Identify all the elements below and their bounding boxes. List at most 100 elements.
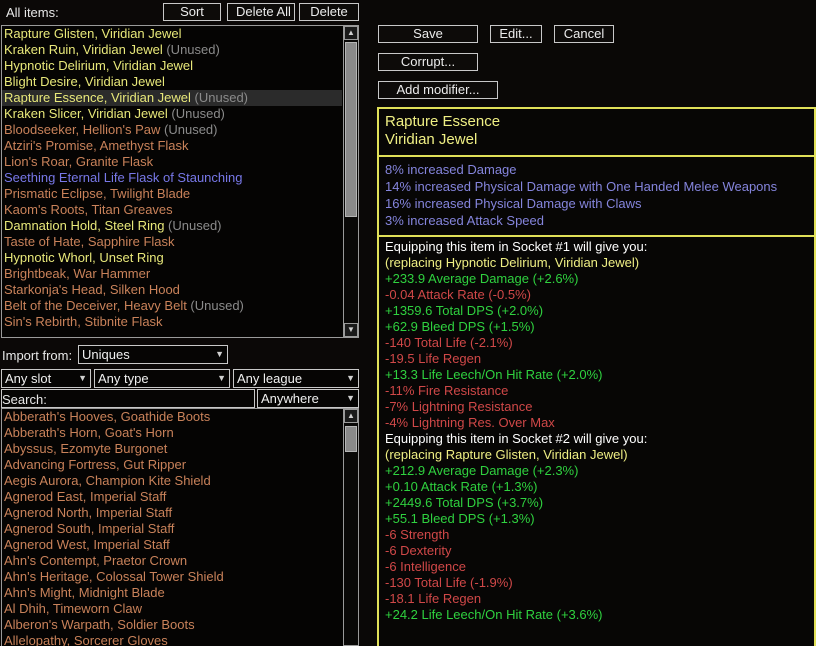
cancel-button[interactable]: Cancel bbox=[554, 25, 614, 43]
list-item-name: Kraken Ruin, Viridian Jewel bbox=[4, 42, 163, 57]
compare-line: (replacing Rapture Glisten, Viridian Jew… bbox=[385, 447, 628, 462]
list-item[interactable]: Advancing Fortress, Gut Ripper bbox=[2, 457, 342, 473]
chevron-down-icon: ▼ bbox=[215, 349, 224, 359]
left-pane: All items: Sort Delete All Delete Raptur… bbox=[0, 0, 370, 646]
list-item-name: Belt of the Deceiver, Heavy Belt bbox=[4, 298, 187, 313]
scrollbar-thumb[interactable] bbox=[345, 426, 357, 452]
league-filter-select[interactable]: Any league ▼ bbox=[233, 369, 359, 388]
search-label: Search: bbox=[2, 392, 47, 407]
list-item[interactable]: Abberath's Horn, Goat's Horn bbox=[2, 425, 342, 441]
list-item[interactable]: Alberon's Warpath, Soldier Boots bbox=[2, 617, 342, 633]
scroll-up-icon[interactable]: ▲ bbox=[344, 409, 358, 423]
list-item-name: Lion's Roar, Granite Flask bbox=[4, 154, 154, 169]
item-mod-line: 3% increased Attack Speed bbox=[385, 213, 544, 228]
list-item-name: Sin's Rebirth, Stibnite Flask bbox=[4, 314, 163, 329]
all-items-scrollbar[interactable]: ▲ ▼ bbox=[343, 25, 359, 338]
list-item[interactable]: Rapture Glisten, Viridian Jewel bbox=[2, 26, 342, 42]
app-root: All items: Sort Delete All Delete Raptur… bbox=[0, 0, 816, 646]
scrollbar-thumb[interactable] bbox=[345, 42, 357, 217]
compare-line: -11% Fire Resistance bbox=[385, 383, 509, 398]
list-item[interactable]: Abyssus, Ezomyte Burgonet bbox=[2, 441, 342, 457]
compare-line: +1359.6 Total DPS (+2.0%) bbox=[385, 303, 544, 318]
uniques-list[interactable]: Abberath's Hooves, Goathide Boots Abberat… bbox=[1, 408, 359, 646]
list-item[interactable]: Hypnotic Whorl, Unset Ring bbox=[2, 250, 342, 266]
chevron-down-icon: ▼ bbox=[346, 393, 355, 403]
slot-filter-select[interactable]: Any slot ▼ bbox=[1, 369, 91, 388]
list-item[interactable]: Agnerod East, Imperial Staff bbox=[2, 489, 342, 505]
add-modifier-button[interactable]: Add modifier... bbox=[378, 81, 498, 99]
list-item[interactable]: Agnerod West, Imperial Staff bbox=[2, 537, 342, 553]
compare-line: Equipping this item in Socket #2 will gi… bbox=[385, 431, 648, 446]
list-item[interactable]: Bloodseeker, Hellion's Paw (Unused) bbox=[2, 122, 342, 138]
corrupt-button[interactable]: Corrupt... bbox=[378, 53, 478, 71]
type-filter-select[interactable]: Any type ▼ bbox=[94, 369, 230, 388]
list-item-name: Seething Eternal Life Flask of Staunchin… bbox=[4, 170, 243, 185]
chevron-down-icon: ▼ bbox=[78, 373, 87, 383]
delete-button[interactable]: Delete bbox=[299, 3, 359, 21]
item-base-type: Viridian Jewel bbox=[385, 131, 478, 148]
compare-line: +233.9 Average Damage (+2.6%) bbox=[385, 271, 579, 286]
list-item-name: Rapture Glisten, Viridian Jewel bbox=[4, 26, 182, 41]
edit-button[interactable]: Edit... bbox=[490, 25, 542, 43]
list-item[interactable]: Rapture Essence, Viridian Jewel (Unused) bbox=[2, 90, 342, 106]
list-item[interactable]: Lion's Roar, Granite Flask bbox=[2, 154, 342, 170]
list-item[interactable]: Aegis Aurora, Champion Kite Shield bbox=[2, 473, 342, 489]
item-mod-line: 14% increased Physical Damage with One H… bbox=[385, 179, 778, 194]
list-item[interactable]: Al Dhih, Timeworn Claw bbox=[2, 601, 342, 617]
list-item-name: Damnation Hold, Steel Ring bbox=[4, 218, 165, 233]
list-item[interactable]: Kaom's Roots, Titan Greaves bbox=[2, 202, 342, 218]
item-title-block: Rapture Essence Viridian Jewel bbox=[379, 109, 814, 157]
list-item-name: Bloodseeker, Hellion's Paw bbox=[4, 122, 161, 137]
list-item[interactable]: Ahn's Might, Midnight Blade bbox=[2, 585, 342, 601]
list-item[interactable]: Taste of Hate, Sapphire Flask bbox=[2, 234, 342, 250]
list-item[interactable]: Atziri's Promise, Amethyst Flask bbox=[2, 138, 342, 154]
import-from-value: Uniques bbox=[82, 347, 130, 362]
compare-line: -0.04 Attack Rate (-0.5%) bbox=[385, 287, 531, 302]
all-items-list[interactable]: Rapture Glisten, Viridian Jewel Kraken Ru… bbox=[1, 25, 359, 338]
search-scope-select[interactable]: Anywhere ▼ bbox=[257, 389, 359, 408]
list-item[interactable]: Damnation Hold, Steel Ring (Unused) bbox=[2, 218, 342, 234]
list-item[interactable]: Allelopathy, Sorcerer Gloves bbox=[2, 633, 342, 646]
uniques-list-content: Abberath's Hooves, Goathide Boots Abberat… bbox=[2, 409, 342, 646]
compare-line: -7% Lightning Resistance bbox=[385, 399, 533, 414]
item-compare-block: Equipping this item in Socket #1 will gi… bbox=[379, 237, 814, 623]
list-item-name: Hypnotic Whorl, Unset Ring bbox=[4, 250, 164, 265]
list-item[interactable]: Abberath's Hooves, Goathide Boots bbox=[2, 409, 342, 425]
list-item[interactable]: Ahn's Contempt, Praetor Crown bbox=[2, 553, 342, 569]
item-mod-line: 8% increased Damage bbox=[385, 162, 517, 177]
list-item[interactable]: Seething Eternal Life Flask of Staunchin… bbox=[2, 170, 342, 186]
compare-line: +13.3 Life Leech/On Hit Rate (+2.0%) bbox=[385, 367, 603, 382]
list-item-name: Prismatic Eclipse, Twilight Blade bbox=[4, 186, 191, 201]
list-item-name: Atziri's Promise, Amethyst Flask bbox=[4, 138, 189, 153]
list-item[interactable]: Brightbeak, War Hammer bbox=[2, 266, 342, 282]
chevron-down-icon: ▼ bbox=[217, 373, 226, 383]
list-item-name: Taste of Hate, Sapphire Flask bbox=[4, 234, 175, 249]
compare-line: -18.1 Life Regen bbox=[385, 591, 482, 606]
compare-line: +62.9 Bleed DPS (+1.5%) bbox=[385, 319, 535, 334]
save-button[interactable]: Save bbox=[378, 25, 478, 43]
list-item-status: (Unused) bbox=[162, 42, 220, 57]
scroll-down-icon[interactable]: ▼ bbox=[344, 323, 358, 337]
list-item[interactable]: Agnerod North, Imperial Staff bbox=[2, 505, 342, 521]
list-item-status: (Unused) bbox=[160, 122, 218, 137]
list-item[interactable]: Hypnotic Delirium, Viridian Jewel bbox=[2, 58, 342, 74]
import-from-label: Import from: bbox=[2, 348, 73, 363]
import-from-select[interactable]: Uniques ▼ bbox=[78, 345, 228, 364]
all-items-list-content: Rapture Glisten, Viridian Jewel Kraken Ru… bbox=[2, 26, 342, 337]
uniques-scrollbar[interactable]: ▲ bbox=[343, 408, 359, 646]
delete-all-button[interactable]: Delete All bbox=[227, 3, 295, 21]
list-item[interactable]: Prismatic Eclipse, Twilight Blade bbox=[2, 186, 342, 202]
list-item[interactable]: Kraken Slicer, Viridian Jewel (Unused) bbox=[2, 106, 342, 122]
scroll-up-icon[interactable]: ▲ bbox=[344, 26, 358, 40]
list-item[interactable]: Sin's Rebirth, Stibnite Flask bbox=[2, 314, 342, 330]
list-item[interactable]: Starkonja's Head, Silken Hood bbox=[2, 282, 342, 298]
list-item[interactable]: Kraken Ruin, Viridian Jewel (Unused) bbox=[2, 42, 342, 58]
search-scope-value: Anywhere bbox=[261, 391, 319, 406]
compare-line: -6 Dexterity bbox=[385, 543, 452, 558]
list-item[interactable]: Blight Desire, Viridian Jewel bbox=[2, 74, 342, 90]
list-item[interactable]: Ahn's Heritage, Colossal Tower Shield bbox=[2, 569, 342, 585]
list-item[interactable]: Agnerod South, Imperial Staff bbox=[2, 521, 342, 537]
type-filter-value: Any type bbox=[98, 371, 149, 386]
list-item[interactable]: Belt of the Deceiver, Heavy Belt (Unused… bbox=[2, 298, 342, 314]
sort-button[interactable]: Sort bbox=[163, 3, 221, 21]
